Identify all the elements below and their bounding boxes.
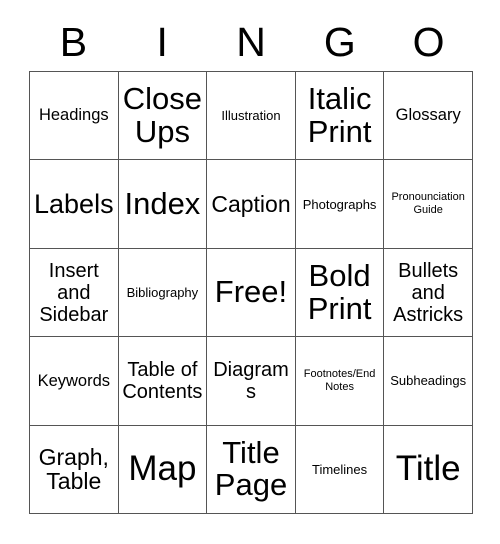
bingo-header-letter-g-label: G	[323, 19, 356, 65]
bingo-cell-n2[interactable]: Caption	[207, 160, 296, 249]
bingo-cell-i3-label: Bibliography	[126, 284, 199, 300]
bingo-cell-g4[interactable]: Footnotes/End Notes	[295, 337, 385, 426]
bingo-cell-o3[interactable]: Bullets and Astricks	[384, 248, 473, 338]
bingo-cell-g4-label: Footnotes/End Notes	[303, 367, 376, 393]
bingo-row: Headings Close Ups Illustration Italic P…	[30, 72, 473, 161]
bingo-cell-i2-label: Index	[124, 185, 201, 221]
bingo-cell-o4-label: Subheadings	[390, 373, 467, 389]
bingo-cell-i5[interactable]: Map	[118, 425, 208, 515]
bingo-cell-g3-label: Bold Print	[307, 258, 372, 326]
bingo-cell-g3[interactable]: Bold Print	[295, 248, 385, 338]
bingo-header-letter-n-label: N	[236, 19, 266, 65]
bingo-cell-g2[interactable]: Photographs	[295, 160, 385, 249]
bingo-cell-g1-label: Italic Print	[307, 81, 372, 149]
bingo-row: Insert and Sidebar Bibliography Free! Bo…	[30, 248, 473, 338]
bingo-cell-g1[interactable]: Italic Print	[295, 72, 385, 161]
bingo-cell-n5-label: Title Page	[214, 435, 288, 503]
bingo-cell-i1[interactable]: Close Ups	[118, 72, 208, 161]
bingo-cell-i1-label: Close Ups	[122, 81, 203, 149]
bingo-cell-i3[interactable]: Bibliography	[118, 248, 208, 338]
bingo-grid: Headings Close Ups Illustration Italic P…	[29, 71, 473, 515]
bingo-header-letter-i-label: I	[156, 19, 168, 65]
bingo-cell-o5-label: Title	[395, 449, 461, 489]
bingo-cell-n1-label: Illustration	[221, 108, 281, 124]
bingo-cell-n2-label: Caption	[211, 190, 291, 217]
bingo-cell-o2[interactable]: Pronounciation Guide	[384, 160, 473, 249]
bingo-cell-b5-label: Graph, Table	[38, 443, 109, 495]
bingo-cell-i2[interactable]: Index	[118, 160, 208, 249]
bingo-cell-n1[interactable]: Illustration	[207, 72, 296, 161]
bingo-cell-i4-label: Table of Contents	[122, 358, 203, 403]
bingo-card: B I N G O Headings Close Ups Illustratio…	[0, 0, 500, 544]
bingo-cell-b1-label: Headings	[38, 106, 109, 125]
bingo-cell-b4[interactable]: Keywords	[30, 337, 119, 426]
bingo-header-letter-b-label: B	[59, 19, 88, 65]
bingo-cell-o1[interactable]: Glossary	[384, 72, 473, 161]
bingo-cell-b2-label: Labels	[34, 188, 114, 219]
bingo-header-letter-o-label: O	[412, 19, 445, 65]
bingo-header-letter-i: I	[118, 14, 207, 71]
bingo-cell-o5[interactable]: Title	[384, 425, 473, 515]
bingo-cell-free-space-label: Free!	[214, 274, 288, 310]
bingo-row: Labels Index Caption Photographs Pronoun…	[30, 160, 473, 249]
bingo-header-letter-n: N	[207, 14, 296, 71]
bingo-header-letter-g: G	[295, 14, 384, 71]
bingo-row: Keywords Table of Contents Diagrams Foot…	[30, 337, 473, 426]
bingo-cell-g2-label: Photographs	[302, 196, 377, 212]
bingo-cell-n5[interactable]: Title Page	[207, 425, 296, 515]
bingo-cell-i4[interactable]: Table of Contents	[118, 337, 208, 426]
bingo-cell-o4[interactable]: Subheadings	[384, 337, 473, 426]
bingo-cell-b4-label: Keywords	[37, 371, 111, 390]
bingo-cell-o3-label: Bullets and Astricks	[393, 259, 464, 326]
bingo-cell-o2-label: Pronounciation Guide	[391, 191, 465, 217]
bingo-header-letter-o: O	[384, 14, 473, 71]
bingo-cell-b3[interactable]: Insert and Sidebar	[30, 248, 119, 338]
bingo-header-letter-b: B	[29, 14, 118, 71]
bingo-cell-free-space[interactable]: Free!	[207, 248, 296, 338]
bingo-header: B I N G O	[29, 14, 473, 71]
bingo-cell-b1[interactable]: Headings	[30, 72, 119, 161]
bingo-cell-n4-label: Diagrams	[213, 358, 289, 403]
bingo-cell-n4[interactable]: Diagrams	[207, 337, 296, 426]
bingo-cell-o1-label: Glossary	[395, 106, 461, 125]
bingo-row: Graph, Table Map Title Page Timelines Ti…	[30, 425, 473, 515]
bingo-cell-g5-label: Timelines	[312, 461, 368, 477]
bingo-cell-g5[interactable]: Timelines	[295, 425, 385, 515]
bingo-cell-b2[interactable]: Labels	[30, 160, 119, 249]
bingo-cell-b5[interactable]: Graph, Table	[30, 425, 119, 515]
bingo-cell-b3-label: Insert and Sidebar	[39, 259, 109, 326]
bingo-cell-i5-label: Map	[128, 449, 197, 489]
